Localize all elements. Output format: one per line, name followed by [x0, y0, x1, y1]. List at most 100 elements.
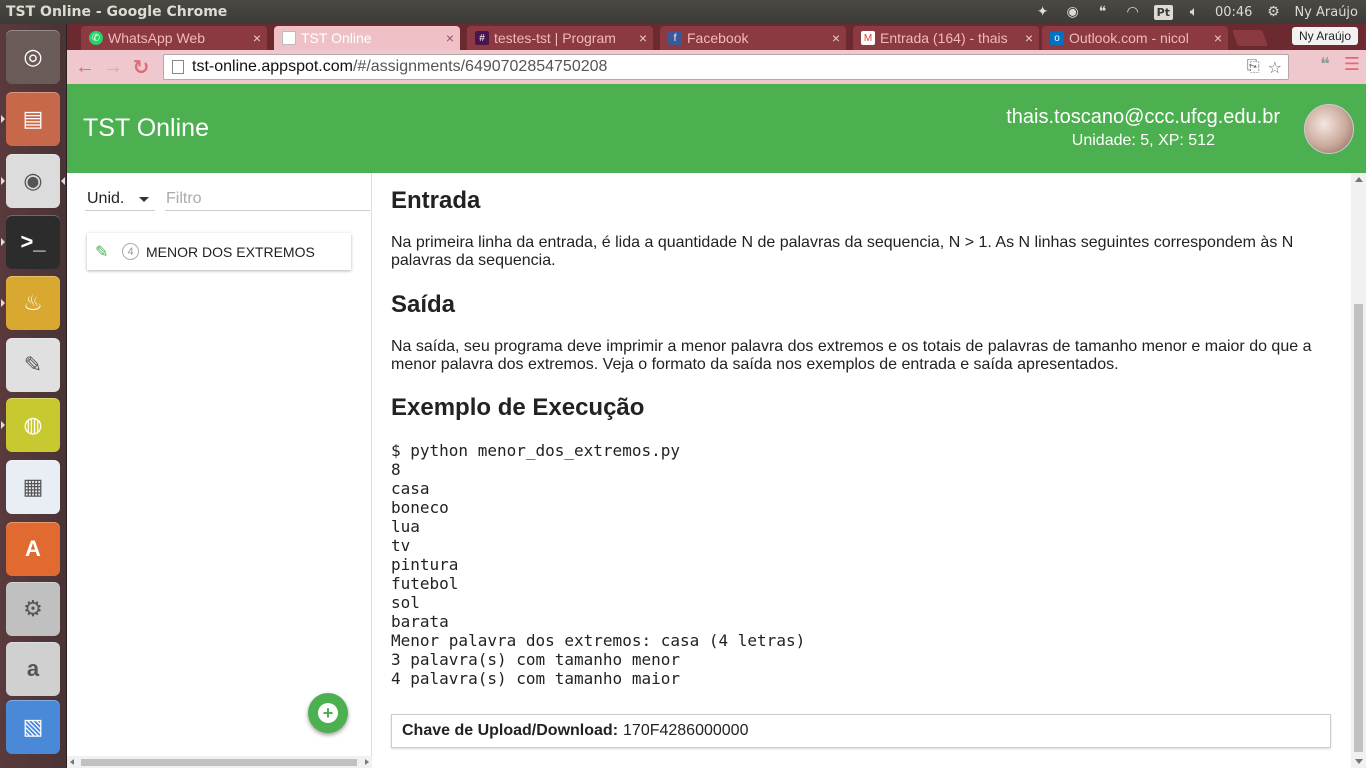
url-host: tst-online.appspot.com — [192, 58, 353, 75]
plus-icon: + — [318, 703, 338, 723]
bookmark-star-icon[interactable]: ☆ — [1268, 58, 1282, 78]
facebook-icon: f — [668, 31, 682, 45]
scroll-up-icon[interactable] — [1355, 177, 1363, 182]
wifi-icon[interactable]: ◠ — [1124, 3, 1142, 21]
assignment-title: MENOR DOS EXTREMOS — [146, 243, 315, 260]
assignment-card[interactable]: ✎ 4 MENOR DOS EXTREMOS — [87, 233, 351, 270]
whatsapp-icon: ✆ — [89, 31, 103, 45]
gmail-icon: M — [861, 31, 875, 45]
text-editor-icon[interactable]: ✎ — [6, 338, 60, 392]
impress-icon[interactable]: ▦ — [6, 460, 60, 514]
browser-toolbar: ← → ↻ tst-online.appspot.com/#/assignmen… — [67, 50, 1366, 84]
genie-lamp-icon[interactable]: ♨ — [6, 276, 60, 330]
close-icon[interactable]: × — [1025, 30, 1033, 46]
gear-icon[interactable]: ⚙ — [1264, 3, 1282, 21]
upload-key-box: Chave de Upload/Download: 170F4286000000 — [391, 714, 1331, 748]
chrome-tray-icon[interactable]: ◉ — [1064, 3, 1082, 21]
input-heading: Entrada — [391, 187, 481, 214]
tab-label: Outlook.com - nicol — [1069, 30, 1189, 46]
amazon-icon[interactable]: a — [6, 642, 60, 696]
system-top-panel: TST Online - Google Chrome ✦ ◉ ❝ ◠ Pt 🔈︎… — [0, 0, 1366, 24]
dropbox-icon[interactable]: ✦ — [1034, 3, 1052, 21]
tab-whatsapp[interactable]: ✆ WhatsApp Web × — [81, 26, 267, 50]
close-icon[interactable]: × — [639, 30, 647, 46]
new-tab-button[interactable] — [1232, 30, 1268, 46]
running-indicator — [1, 238, 5, 246]
hangouts-extension-icon[interactable]: ❝ — [1320, 54, 1330, 75]
scroll-left-icon[interactable] — [70, 759, 74, 765]
app-brand[interactable]: TST Online — [83, 114, 209, 143]
sidebar-horizontal-scrollbar[interactable] — [67, 756, 372, 768]
window-title: TST Online - Google Chrome — [6, 4, 228, 20]
tab-testes-tst[interactable]: # testes-tst | Program × — [467, 26, 653, 50]
user-email: thais.toscano@ccc.ufcg.edu.br — [1006, 106, 1280, 128]
output-description: Na saída, seu programa deve imprimir a m… — [391, 338, 1312, 373]
close-icon[interactable]: × — [832, 30, 840, 46]
workspaces-icon[interactable]: ▧ — [6, 700, 60, 754]
filter-input[interactable] — [165, 187, 370, 211]
terminal-icon[interactable]: >_ — [6, 215, 60, 269]
close-icon[interactable]: × — [253, 30, 261, 46]
upload-key-value[interactable]: 170F4286000000 — [623, 722, 748, 740]
tab-tst-online[interactable]: TST Online × — [274, 26, 460, 50]
upload-key-label: Chave de Upload/Download: — [402, 722, 619, 739]
chrome-menu-icon[interactable]: ☰ — [1344, 54, 1360, 75]
chevron-down-icon — [139, 197, 149, 202]
app-header: TST Online thais.toscano@ccc.ufcg.edu.br… — [67, 84, 1366, 173]
running-indicator — [1, 421, 5, 429]
scrollbar-thumb[interactable] — [1354, 304, 1363, 752]
files-icon[interactable]: ▤ — [6, 92, 60, 146]
forward-arrow-icon[interactable]: → — [99, 53, 127, 81]
back-arrow-icon[interactable]: ← — [71, 53, 99, 81]
unit-select[interactable]: Unid. — [85, 187, 155, 211]
scroll-down-icon[interactable] — [1355, 759, 1363, 764]
example-heading: Exemplo de Execução — [391, 394, 645, 421]
avatar[interactable] — [1304, 104, 1354, 154]
assignment-number: 4 — [122, 243, 139, 260]
tab-label: TST Online — [301, 30, 372, 46]
unit-select-value: Unid. — [87, 189, 125, 207]
tab-label: Facebook — [687, 30, 749, 46]
user-level: Unidade: 5, XP: 512 — [1071, 132, 1215, 149]
focused-indicator — [61, 177, 65, 185]
system-tray: ✦ ◉ ❝ ◠ Pt 🔈︎ 00:46 ⚙ Ny Araújo — [1034, 3, 1366, 21]
settings-icon[interactable]: ⚙ — [6, 582, 60, 636]
software-center-icon[interactable]: A — [6, 522, 60, 576]
running-indicator — [1, 177, 5, 185]
hangouts-icon[interactable]: ❝ — [1094, 3, 1112, 21]
url-path: /#/assignments/6490702854750208 — [352, 58, 608, 75]
assignment-content: Entrada Na primeira linha da entrada, é … — [372, 173, 1351, 768]
add-assignment-button[interactable]: + — [308, 693, 348, 733]
page-info-icon[interactable] — [172, 60, 184, 74]
chrome-icon[interactable]: ◉ — [6, 154, 60, 208]
translate-icon[interactable]: ⎘ — [1247, 58, 1260, 78]
browser-window: ✆ WhatsApp Web × TST Online × # testes-t… — [67, 24, 1366, 768]
keyboard-layout-indicator[interactable]: Pt — [1153, 4, 1173, 20]
scrollbar-thumb[interactable] — [81, 759, 357, 766]
profile-button[interactable]: Ny Araújo — [1291, 27, 1358, 45]
close-icon[interactable]: × — [446, 30, 454, 46]
assignments-sidebar: Unid. ✎ 4 MENOR DOS EXTREMOS + — [67, 173, 372, 768]
tab-gmail[interactable]: M Entrada (164) - thais × — [853, 26, 1039, 50]
tab-label: testes-tst | Program — [494, 30, 616, 46]
address-bar[interactable]: tst-online.appspot.com/#/assignments/649… — [163, 54, 1289, 80]
content-vertical-scrollbar[interactable] — [1351, 173, 1366, 768]
reload-icon[interactable]: ↻ — [127, 53, 155, 81]
close-icon[interactable]: × — [1214, 30, 1222, 46]
session-user-name[interactable]: Ny Araújo — [1294, 5, 1358, 20]
tst-online-app: TST Online thais.toscano@ccc.ufcg.edu.br… — [67, 84, 1366, 768]
pencil-icon: ✎ — [95, 243, 109, 261]
clock[interactable]: 00:46 — [1215, 5, 1252, 20]
volume-icon[interactable]: 🔈︎ — [1185, 3, 1203, 21]
output-heading: Saída — [391, 291, 456, 318]
running-indicator — [1, 115, 5, 123]
tab-label: WhatsApp Web — [108, 30, 206, 46]
speaker-icon[interactable]: ◍ — [6, 398, 60, 452]
example-code-block: $ python menor_dos_extremos.py 8 casa bo… — [391, 441, 806, 688]
outlook-icon: o — [1050, 31, 1064, 45]
page-icon — [282, 31, 296, 45]
tab-outlook[interactable]: o Outlook.com - nicol × — [1042, 26, 1228, 50]
tab-facebook[interactable]: f Facebook × — [660, 26, 846, 50]
scroll-right-icon[interactable] — [365, 759, 369, 765]
ubuntu-logo-icon[interactable]: ◎ — [6, 30, 60, 84]
